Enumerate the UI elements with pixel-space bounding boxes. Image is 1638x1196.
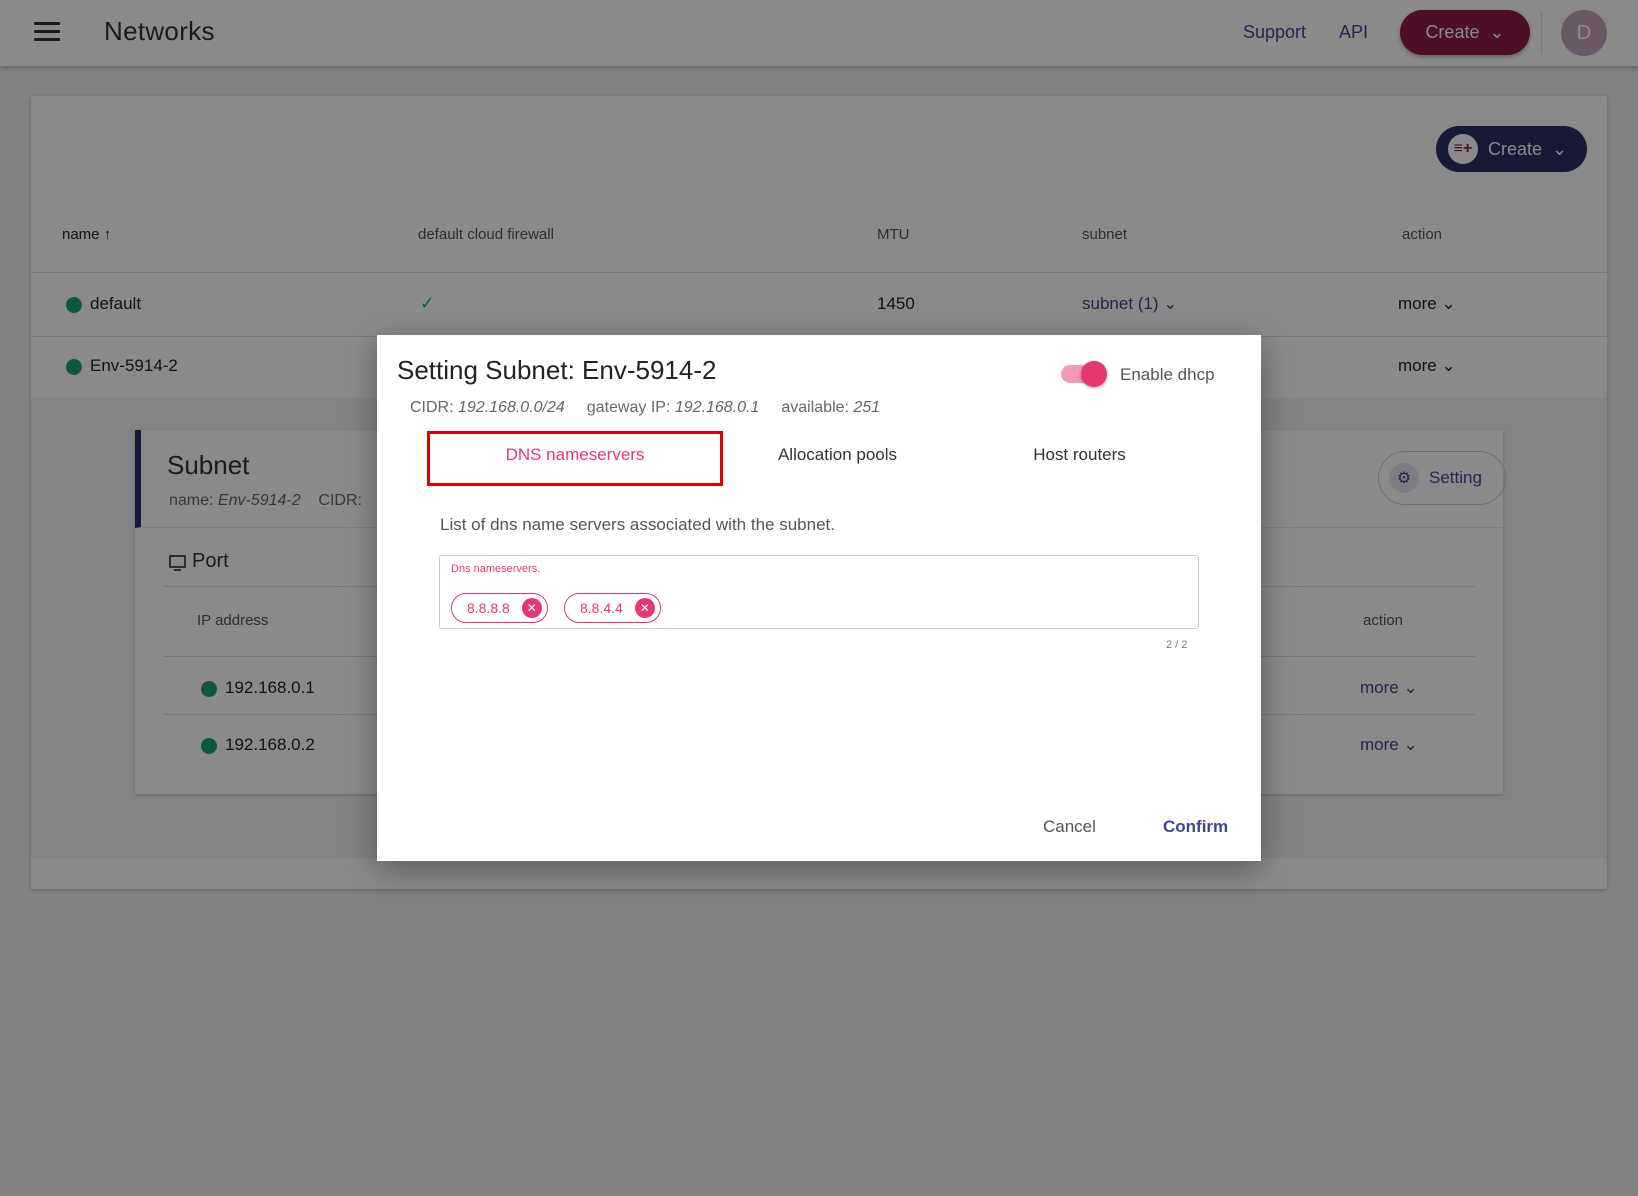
chip-label: 8.8.4.4 (580, 600, 623, 616)
dns-chip: 8.8.4.4 ✕ (564, 593, 661, 623)
close-icon[interactable]: ✕ (634, 598, 655, 618)
cancel-button[interactable]: Cancel (1043, 817, 1096, 837)
tab-allocation-pools[interactable]: Allocation pools (750, 445, 925, 465)
dns-field-label: Dns nameservers. (451, 563, 541, 575)
dns-chip: 8.8.8.8 ✕ (451, 593, 548, 623)
dialog-description: List of dns name servers associated with… (440, 515, 835, 534)
subnet-setting-dialog: Setting Subnet: Env-5914-2 Enable dhcp C… (377, 335, 1261, 861)
confirm-button[interactable]: Confirm (1163, 817, 1228, 837)
close-icon[interactable]: ✕ (521, 598, 542, 618)
dhcp-toggle[interactable] (1061, 361, 1107, 387)
tab-host-routers[interactable]: Host routers (992, 445, 1167, 465)
toggle-knob (1081, 361, 1107, 387)
chip-counter: 2 / 2 (1166, 639, 1188, 651)
dns-nameservers-input[interactable]: Dns nameservers. 8.8.8.8 ✕ 8.8.4.4 ✕ (439, 555, 1199, 629)
dhcp-label: Enable dhcp (1120, 365, 1215, 384)
dialog-title: Setting Subnet: Env-5914-2 (397, 355, 717, 385)
active-tab-highlight (427, 431, 723, 486)
chip-label: 8.8.8.8 (467, 600, 510, 616)
dialog-meta: CIDR: 192.168.0.0/24 gateway IP: 192.168… (410, 399, 881, 416)
